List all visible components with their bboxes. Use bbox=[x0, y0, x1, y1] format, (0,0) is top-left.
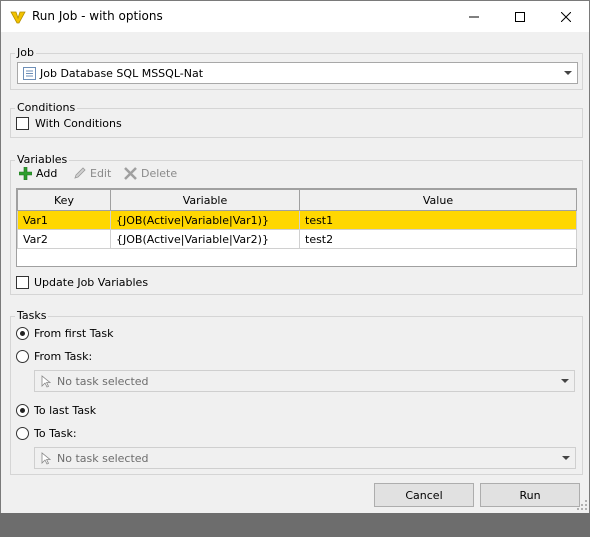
variables-table-container: Key Variable Value Var1 {JOB(Active|Vari… bbox=[16, 188, 577, 267]
job-document-icon bbox=[23, 67, 36, 80]
to-task-label: To Task: bbox=[34, 427, 77, 440]
close-icon bbox=[561, 11, 571, 22]
with-conditions-label: With Conditions bbox=[35, 117, 122, 130]
tasks-group-label: Tasks bbox=[15, 309, 49, 323]
chevron-down-icon bbox=[562, 456, 570, 460]
from-first-task-label: From first Task bbox=[34, 327, 114, 340]
app-logo-icon bbox=[10, 11, 26, 24]
conditions-group: Conditions With Conditions bbox=[10, 101, 583, 138]
row-variable-cell: {JOB(Active|Variable|Var1)} bbox=[110, 210, 300, 230]
maximize-button[interactable] bbox=[497, 1, 543, 32]
chevron-down-icon bbox=[564, 71, 572, 75]
cursor-arrow-icon bbox=[41, 375, 51, 388]
row-variable-cell: {JOB(Active|Variable|Var2)} bbox=[110, 229, 300, 249]
title-bar: Run Job - with options bbox=[1, 1, 589, 32]
table-row[interactable]: Var1 {JOB(Active|Variable|Var1)} test1 bbox=[17, 210, 577, 230]
to-last-task-label: To last Task bbox=[34, 404, 97, 417]
delete-x-icon bbox=[124, 167, 137, 180]
maximize-icon bbox=[515, 11, 525, 22]
row-key-cell: Var2 bbox=[17, 229, 111, 249]
cancel-button[interactable]: Cancel bbox=[374, 483, 474, 507]
from-task-label: From Task: bbox=[34, 350, 93, 363]
job-select[interactable]: Job Database SQL MSSQL-Nat bbox=[17, 62, 578, 84]
row-key-cell: Var1 bbox=[17, 210, 111, 230]
update-job-variables-label: Update Job Variables bbox=[34, 276, 149, 289]
add-variable-button[interactable]: Add bbox=[19, 167, 57, 180]
with-conditions-checkbox[interactable] bbox=[16, 117, 29, 130]
job-group: Job Job Database SQL MSSQL-Nat bbox=[10, 46, 583, 90]
pencil-icon bbox=[74, 167, 86, 179]
update-job-variables-checkbox[interactable] bbox=[16, 276, 29, 289]
tasks-group: Tasks From first Task From Task: No task… bbox=[10, 309, 583, 475]
minimize-button[interactable] bbox=[451, 1, 497, 32]
variables-group: Variables Add Edit Delete Key Variable V… bbox=[10, 153, 583, 295]
job-group-label: Job bbox=[15, 46, 36, 60]
edit-variable-button[interactable]: Edit bbox=[73, 167, 111, 180]
row-value-cell: test2 bbox=[299, 229, 577, 249]
column-header-value[interactable]: Value bbox=[299, 189, 577, 211]
run-button[interactable]: Run bbox=[480, 483, 580, 507]
window-title: Run Job - with options bbox=[32, 9, 163, 23]
resize-grip-icon[interactable] bbox=[576, 499, 588, 511]
row-value-cell: test1 bbox=[299, 210, 577, 230]
column-header-variable[interactable]: Variable bbox=[110, 189, 300, 211]
close-button[interactable] bbox=[543, 1, 589, 32]
variables-group-label: Variables bbox=[15, 153, 70, 167]
to-task-select-value: No task selected bbox=[57, 452, 149, 465]
to-task-select[interactable]: No task selected bbox=[34, 447, 576, 469]
add-icon bbox=[19, 167, 32, 180]
column-header-key[interactable]: Key bbox=[17, 189, 111, 211]
variables-table: Key Variable Value Var1 {JOB(Active|Vari… bbox=[17, 189, 577, 249]
from-task-select-value: No task selected bbox=[57, 375, 149, 388]
from-task-radio[interactable] bbox=[16, 350, 29, 363]
run-job-dialog: Run Job - with options Job Job Database … bbox=[0, 0, 590, 513]
cursor-arrow-icon bbox=[41, 452, 51, 465]
conditions-group-label: Conditions bbox=[15, 101, 78, 115]
table-row[interactable]: Var2 {JOB(Active|Variable|Var2)} test2 bbox=[17, 229, 577, 249]
from-task-select[interactable]: No task selected bbox=[34, 370, 575, 392]
edit-label: Edit bbox=[90, 167, 112, 180]
delete-variable-button[interactable]: Delete bbox=[124, 167, 177, 180]
add-label: Add bbox=[36, 167, 58, 180]
to-last-task-radio[interactable] bbox=[16, 404, 29, 417]
delete-label: Delete bbox=[141, 167, 178, 180]
chevron-down-icon bbox=[561, 379, 569, 383]
to-task-radio[interactable] bbox=[16, 427, 29, 440]
job-select-value: Job Database SQL MSSQL-Nat bbox=[40, 67, 204, 80]
minimize-icon bbox=[469, 16, 479, 17]
from-first-task-radio[interactable] bbox=[16, 327, 29, 340]
